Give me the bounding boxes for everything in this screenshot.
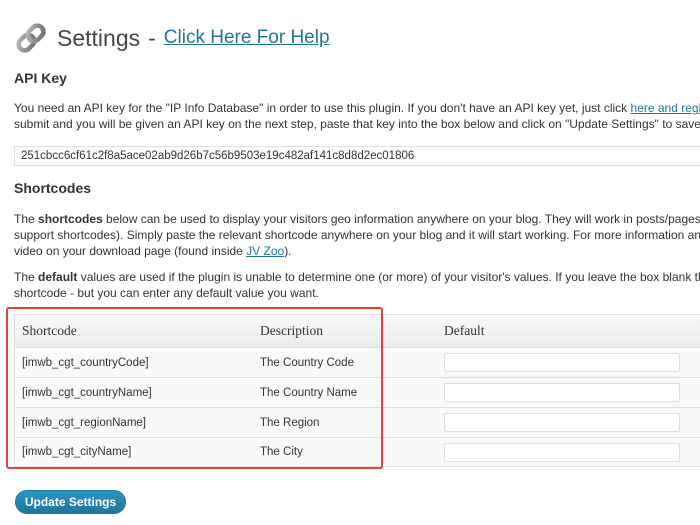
table-row: [imwb_cgt_countryCode] The Country Code (15, 348, 700, 378)
register-link[interactable]: here and register (631, 101, 700, 115)
default-city-input[interactable] (444, 442, 680, 462)
shortcode-cell: [imwb_cgt_countryName] (22, 386, 152, 399)
defaults-desc-line1: The default values are used if the plugi… (14, 269, 700, 285)
shortcodes-desc-line1: The shortcodes below can be used to disp… (14, 211, 700, 227)
defaults-description: The default values are used if the plugi… (14, 269, 700, 301)
table-header-row: Shortcode Description Default (15, 315, 700, 348)
description-cell: The Country Code (260, 356, 354, 369)
description-cell: The Region (260, 416, 320, 429)
table-row: [imwb_cgt_cityName] The City (15, 438, 700, 466)
table-row: [imwb_cgt_countryName] The Country Name (15, 378, 700, 408)
api-key-heading: API Key (14, 70, 67, 86)
help-link[interactable]: Click Here For Help (164, 27, 330, 49)
default-cell (444, 378, 680, 407)
shortcodes-desc-line2: support shortcodes). Simply paste the re… (14, 228, 700, 242)
shortcodes-heading: Shortcodes (14, 180, 92, 196)
shortcodes-bold-word: shortcodes (38, 212, 103, 226)
table-row: [imwb_cgt_regionName] The Region (15, 408, 700, 438)
shortcodes-desc-text: video on your download page (found insid… (14, 244, 247, 258)
description-cell: The City (260, 446, 303, 458)
default-region-input[interactable] (444, 413, 680, 432)
default-cell (444, 438, 680, 466)
default-country-code-input[interactable] (444, 353, 680, 372)
default-country-name-input[interactable] (444, 383, 680, 402)
shortcodes-description: The shortcodes below can be used to disp… (14, 211, 700, 259)
shortcode-cell: [imwb_cgt_countryCode] (22, 356, 149, 369)
column-header-description: Description (260, 323, 323, 338)
link-chain-icon (16, 23, 46, 53)
api-key-desc-line2: submit and you will be given an API key … (14, 117, 700, 131)
default-cell (444, 348, 680, 377)
defaults-desc-line2: shortcode - but you can enter any defaul… (14, 286, 319, 300)
shortcode-cell: [imwb_cgt_regionName] (22, 416, 147, 429)
shortcodes-desc-text: ). (284, 244, 292, 258)
title-separator: - (148, 24, 156, 51)
page-header: Settings - Click Here For Help (13, 18, 330, 58)
description-cell: The Country Name (260, 386, 358, 399)
defaults-desc-text: values are used if the plugin is unable … (77, 270, 700, 284)
page-title: Settings (57, 24, 141, 51)
api-key-desc-text: You need an API key for the "IP Info Dat… (14, 101, 631, 115)
api-key-input[interactable] (14, 146, 700, 166)
defaults-desc-text: The (14, 270, 39, 284)
shortcodes-desc-text: below can be used to display your visito… (102, 212, 700, 226)
default-bold-word: default (38, 270, 78, 284)
shortcodes-desc-line3: video on your download page (found insid… (14, 243, 700, 259)
update-settings-button[interactable]: Update Settings (15, 490, 126, 514)
api-key-desc-line1: You need an API key for the "IP Info Dat… (14, 100, 700, 116)
column-header-default: Default (444, 323, 485, 338)
shortcodes-table: Shortcode Description Default [imwb_cgt_… (14, 314, 700, 467)
jv-zoo-link[interactable]: JV Zoo (246, 244, 284, 258)
shortcode-cell: [imwb_cgt_cityName] (22, 446, 132, 458)
settings-page: Settings - Click Here For Help API Key Y… (0, 0, 700, 525)
api-key-description: You need an API key for the "IP Info Dat… (14, 100, 700, 132)
column-header-shortcode: Shortcode (22, 323, 77, 338)
default-cell (444, 408, 680, 437)
shortcodes-desc-text: The (14, 212, 39, 226)
